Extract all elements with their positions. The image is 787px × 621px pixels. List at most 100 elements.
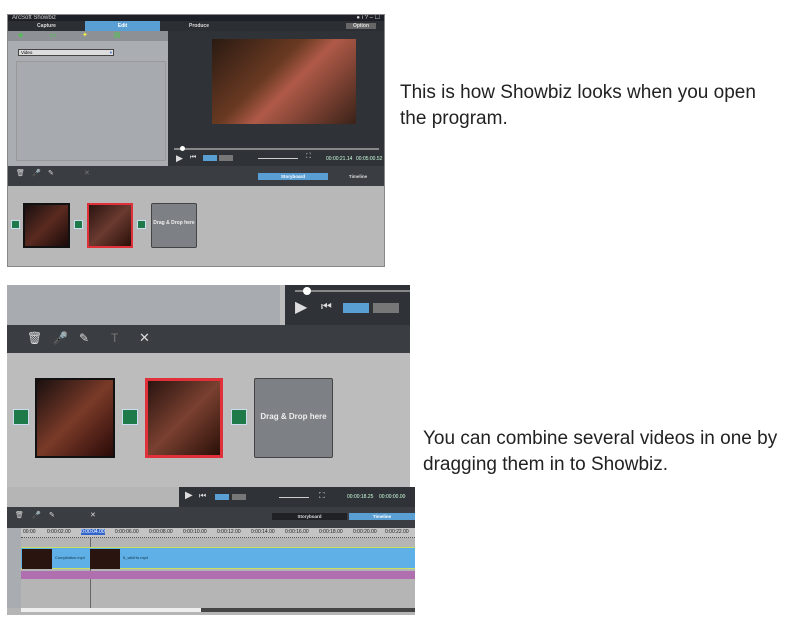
split-icon[interactable]: ✕ bbox=[84, 169, 90, 177]
storyboard-clip[interactable] bbox=[35, 378, 115, 458]
ruler-label: 0:00:22.00 bbox=[385, 529, 409, 535]
effects-icon[interactable]: ✎ bbox=[79, 331, 89, 345]
microphone-icon[interactable]: 🎤 bbox=[32, 511, 41, 519]
audio-track[interactable] bbox=[21, 571, 415, 579]
tab-timeline[interactable]: Timeline bbox=[333, 173, 383, 180]
effects-icon[interactable]: ✎ bbox=[48, 169, 54, 177]
volume-slider[interactable] bbox=[258, 158, 298, 159]
media-panel bbox=[7, 285, 280, 325]
transition-slot[interactable] bbox=[74, 220, 83, 229]
tab-produce[interactable]: Produce bbox=[160, 21, 238, 31]
timeline-toolbar: 🗑 🎤 ✎ ✕ Storyboard Timeline bbox=[7, 507, 415, 528]
tab-timeline[interactable]: Timeline bbox=[349, 513, 415, 520]
play-icon[interactable]: ▶ bbox=[185, 490, 193, 501]
play-icon[interactable]: ▶ bbox=[295, 297, 307, 317]
single-view-button[interactable] bbox=[203, 155, 217, 161]
play-icon[interactable]: ▶ bbox=[176, 153, 183, 164]
split-icon[interactable]: ✕ bbox=[139, 330, 150, 346]
seek-handle[interactable] bbox=[303, 287, 311, 295]
media-dropdown-value: Video bbox=[21, 50, 33, 55]
clip-thumbnail bbox=[90, 549, 120, 569]
tab-capture[interactable]: Capture bbox=[8, 21, 85, 31]
seek-handle[interactable] bbox=[180, 146, 185, 151]
tab-edit[interactable]: Edit bbox=[85, 21, 160, 31]
tab-storyboard[interactable]: Storyboard bbox=[272, 513, 347, 520]
ruler-label: 0:00:12.00 bbox=[217, 529, 241, 535]
volume-slider[interactable] bbox=[279, 497, 309, 498]
ruler-label: 00:00 bbox=[23, 529, 36, 535]
ruler-label: 0:00:02.00 bbox=[47, 529, 71, 535]
storyboard-clip-selected[interactable] bbox=[87, 203, 133, 248]
transition-slot[interactable] bbox=[11, 220, 20, 229]
showbiz-window-screenshot: ArcSoft Showbiz ● i ? – ☐ Capture Edit P… bbox=[7, 14, 385, 267]
delete-icon[interactable]: 🗑 bbox=[27, 331, 42, 345]
single-view-button[interactable] bbox=[343, 303, 369, 313]
duration: 00:05:00.52 bbox=[356, 156, 383, 162]
fullscreen-icon[interactable]: ⛶ bbox=[319, 491, 325, 501]
track-headers bbox=[7, 528, 21, 608]
clip-label[interactable]: 6_wikiHo.mp4 bbox=[123, 555, 148, 560]
effects-icon[interactable]: ✎ bbox=[49, 511, 55, 519]
media-tabs[interactable]: ◈ ▭ ✦ ▤ bbox=[8, 31, 168, 41]
delete-icon[interactable]: 🗑 bbox=[15, 511, 24, 519]
skip-back-icon[interactable]: ⏮ bbox=[199, 491, 206, 501]
transition-slot[interactable] bbox=[13, 409, 29, 425]
storyboard: Drag & Drop here bbox=[8, 186, 384, 266]
drop-zone[interactable]: Drag & Drop here bbox=[254, 378, 333, 458]
main-tabs: Capture Edit Produce Option bbox=[8, 21, 384, 31]
timeline-screenshot: ▶ ⏮ ⛶ 00:00:18.25 00:00:00.00 🗑 🎤 ✎ ✕ St… bbox=[7, 487, 415, 615]
transition-slot[interactable] bbox=[231, 409, 247, 425]
ruler-label: 0:00:06.00 bbox=[115, 529, 139, 535]
clip-label[interactable]: Compilation.mp4 bbox=[55, 555, 85, 560]
timecode: 00:00:21.14 bbox=[326, 156, 353, 162]
storyboard-toolbar: 🗑 🎤 ✎ T ✕ bbox=[7, 325, 410, 353]
transition-slot[interactable] bbox=[122, 409, 138, 425]
timecode: 00:00:18.25 bbox=[347, 494, 374, 500]
preview-panel: ▶ ⏮ ⛶ 00:00:21.14 00:05:00.52 bbox=[168, 31, 384, 166]
fullscreen-icon[interactable]: ⛶ bbox=[306, 153, 311, 161]
seek-bar[interactable] bbox=[174, 148, 379, 150]
ruler-label: 0:00:10.00 bbox=[183, 529, 207, 535]
storyboard-toolbar: 🗑 🎤 ✎ ✕ Storyboard Timeline bbox=[8, 166, 384, 186]
media-library[interactable] bbox=[16, 61, 166, 161]
tab-storyboard[interactable]: Storyboard bbox=[258, 173, 328, 180]
transition-slot[interactable] bbox=[137, 220, 146, 229]
option-button[interactable]: Option bbox=[346, 23, 376, 29]
horizontal-scrollbar[interactable] bbox=[21, 608, 415, 612]
skip-back-icon[interactable]: ⏮ bbox=[321, 299, 332, 314]
storyboard-zoom-screenshot: ▶ ⏮ 🗑 🎤 ✎ T ✕ Drag & Drop here bbox=[7, 285, 410, 487]
window-controls-icon[interactable]: ● i ? – ☐ bbox=[356, 15, 380, 21]
preview-controls: ▶ ⏮ bbox=[285, 285, 410, 325]
video-track: Compilation.mp4 6_wikiHo.mp4 bbox=[21, 547, 415, 569]
playhead-label[interactable]: 0:00:04.00 bbox=[81, 529, 105, 535]
media-panel: ◈ ▭ ✦ ▤ Video ▾ bbox=[8, 31, 168, 166]
microphone-icon[interactable]: 🎤 bbox=[32, 169, 41, 177]
video-preview bbox=[212, 39, 356, 124]
caption-first: This is how Showbiz looks when you open … bbox=[400, 82, 756, 129]
chevron-down-icon: ▾ bbox=[109, 50, 112, 55]
storyboard-clip-selected[interactable] bbox=[145, 378, 223, 458]
microphone-icon[interactable]: 🎤 bbox=[53, 331, 68, 345]
ruler-label: 0:00:08.00 bbox=[149, 529, 173, 535]
ruler-label: 0:00:18.00 bbox=[319, 529, 343, 535]
preview-controls: ▶ ⏮ ⛶ 00:00:18.25 00:00:00.00 bbox=[179, 487, 415, 507]
timeline-ruler[interactable]: 00:00 0:00:02.00 0:00:04.00 0:00:06.00 0… bbox=[21, 528, 415, 538]
dual-view-button[interactable] bbox=[373, 303, 399, 313]
drop-zone[interactable]: Drag & Drop here bbox=[151, 203, 197, 248]
ruler-label: 0:00:20.00 bbox=[353, 529, 377, 535]
split-icon[interactable]: ✕ bbox=[90, 511, 96, 519]
storyboard-clip[interactable] bbox=[23, 203, 70, 248]
dual-view-button[interactable] bbox=[232, 494, 246, 500]
duration: 00:00:00.00 bbox=[379, 494, 406, 500]
text-icon[interactable]: T bbox=[111, 331, 118, 345]
clip-thumbnail bbox=[22, 549, 52, 569]
single-view-button[interactable] bbox=[215, 494, 229, 500]
media-dropdown[interactable]: Video ▾ bbox=[18, 49, 114, 56]
scrollbar-thumb[interactable] bbox=[21, 608, 201, 612]
delete-icon[interactable]: 🗑 bbox=[16, 169, 25, 177]
caption-second: You can combine several videos in one by… bbox=[423, 428, 778, 475]
skip-back-icon[interactable]: ⏮ bbox=[190, 154, 196, 162]
ruler-label: 0:00:16.00 bbox=[285, 529, 309, 535]
dual-view-button[interactable] bbox=[219, 155, 233, 161]
seek-bar[interactable] bbox=[295, 290, 410, 292]
